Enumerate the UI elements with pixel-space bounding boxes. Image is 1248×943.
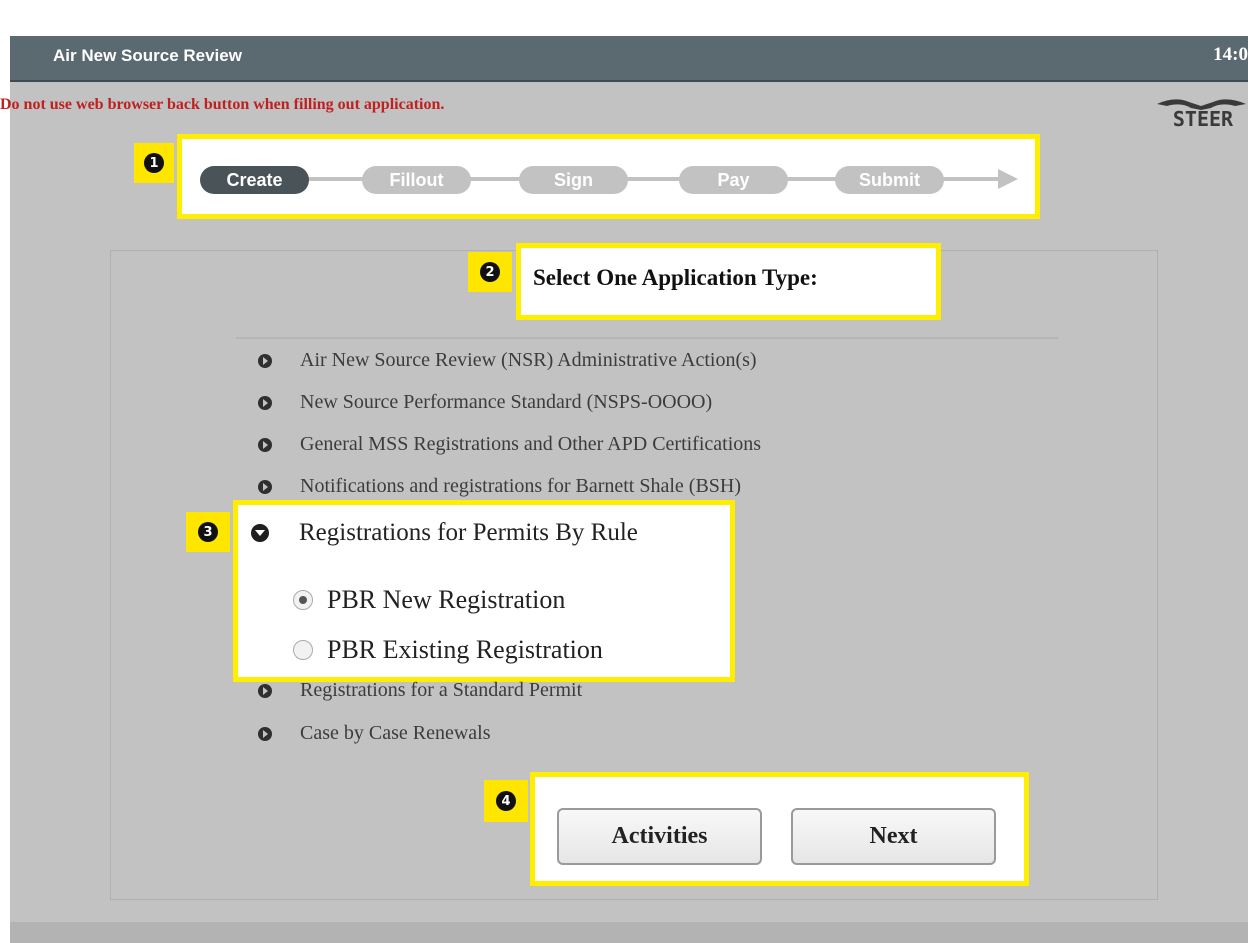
step-fillout: Fillout xyxy=(362,166,471,194)
expand-arrow-icon xyxy=(258,395,272,410)
app-title: Air New Source Review xyxy=(53,46,242,65)
action-buttons-group: Activities Next xyxy=(530,772,1029,886)
step-sign: Sign xyxy=(519,166,628,194)
activities-button[interactable]: Activities xyxy=(557,808,762,865)
callout-number: 1 xyxy=(144,153,164,173)
callout-number: 3 xyxy=(198,522,218,542)
radio-label: PBR New Registration xyxy=(327,585,566,614)
expand-arrow-icon xyxy=(258,726,272,741)
heading-highlight: Select One Application Type: xyxy=(516,243,941,320)
option-general-mss[interactable]: General MSS Registrations and Other APD … xyxy=(258,433,761,456)
radio-button-checked[interactable] xyxy=(293,590,313,610)
option-label: Air New Source Review (NSR) Administrati… xyxy=(300,349,757,371)
option-permits-by-rule[interactable]: Registrations for Permits By Rule xyxy=(251,519,638,547)
left-margin xyxy=(0,0,10,943)
radio-button[interactable] xyxy=(293,640,313,660)
callout-marker-3: 3 xyxy=(186,512,230,552)
callout-marker-2: 2 xyxy=(468,252,512,292)
option-nsr-administrative[interactable]: Air New Source Review (NSR) Administrati… xyxy=(258,349,757,372)
footer-band xyxy=(0,922,1248,943)
callout-number: 4 xyxy=(496,791,516,811)
step-pay: Pay xyxy=(679,166,788,194)
back-button-warning: Do not use web browser back button when … xyxy=(0,96,445,113)
step-create: Create xyxy=(200,166,309,194)
option-case-by-case[interactable]: Case by Case Renewals xyxy=(258,722,491,745)
stepper-arrow-icon xyxy=(998,169,1018,189)
option-standard-permit[interactable]: Registrations for a Standard Permit xyxy=(258,679,582,702)
radio-pbr-new[interactable]: PBR New Registration xyxy=(293,585,565,615)
radio-pbr-existing[interactable]: PBR Existing Registration xyxy=(293,635,603,665)
option-label: Notifications and registrations for Barn… xyxy=(300,475,742,497)
app-header: Air New Source Review 14:0 xyxy=(10,36,1248,82)
collapse-arrow-icon xyxy=(251,524,269,542)
next-button[interactable]: Next xyxy=(791,808,996,865)
divider xyxy=(236,337,1058,339)
expand-arrow-icon xyxy=(258,683,272,698)
session-time: 14:0 xyxy=(1213,44,1248,65)
option-label: New Source Performance Standard (NSPS-OO… xyxy=(300,391,713,413)
option-label: Registrations for a Standard Permit xyxy=(300,679,583,701)
option-label: Registrations for Permits By Rule xyxy=(299,519,638,546)
expand-arrow-icon xyxy=(258,353,272,368)
option-nsps-oooo[interactable]: New Source Performance Standard (NSPS-OO… xyxy=(258,391,712,414)
callout-marker-4: 4 xyxy=(484,780,528,822)
pbr-options-group: Registrations for Permits By Rule PBR Ne… xyxy=(233,500,735,682)
option-barnett-shale[interactable]: Notifications and registrations for Barn… xyxy=(258,475,741,498)
option-label: General MSS Registrations and Other APD … xyxy=(300,433,762,455)
steer-longhorn-logo: STEER xyxy=(1157,99,1246,130)
page-title: Select One Application Type: xyxy=(533,265,818,290)
callout-marker-1: 1 xyxy=(134,143,174,183)
radio-label: PBR Existing Registration xyxy=(327,635,603,664)
logo-text: STEER xyxy=(1173,107,1234,130)
progress-stepper: Create Fillout Sign Pay Submit xyxy=(177,134,1040,219)
expand-arrow-icon xyxy=(258,437,272,452)
option-label: Case by Case Renewals xyxy=(300,722,491,744)
callout-number: 2 xyxy=(480,262,500,282)
step-submit: Submit xyxy=(835,166,944,194)
expand-arrow-icon xyxy=(258,479,272,494)
